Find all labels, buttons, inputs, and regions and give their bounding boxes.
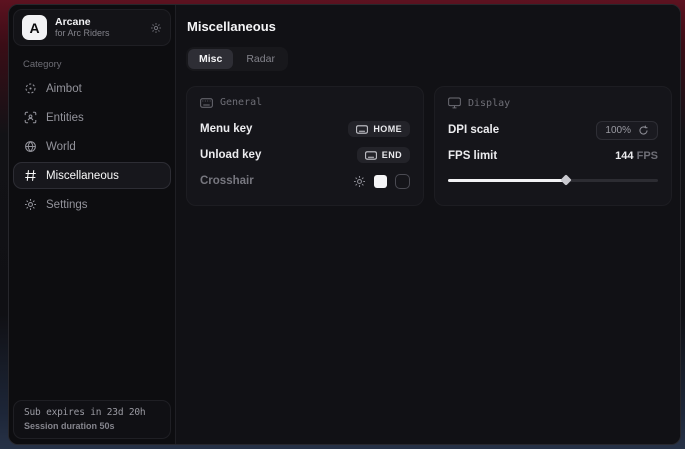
dpi-scale-value: 100% [605,125,631,136]
sidebar-item-label: Miscellaneous [46,170,119,182]
sidebar-item-aimbot[interactable]: Aimbot [13,75,171,102]
unload-key-value: END [382,150,402,160]
panel-header-label: General [220,97,262,108]
crosshair-row: Crosshair [200,169,410,193]
gear-icon [24,198,37,211]
sub-expires-text: Sub expires in 23d 20h [24,407,160,418]
unload-key-bind-button[interactable]: END [357,147,410,163]
fps-unit: FPS [637,150,658,162]
menu-key-label: Menu key [200,123,252,135]
crosshair-checkbox[interactable] [395,174,410,189]
display-panel: Display DPI scale 100% [434,86,672,206]
slider-fill [448,179,566,182]
fps-limit-label: FPS limit [448,150,497,162]
unload-key-row: Unload key END [200,143,410,167]
monitor-icon [448,97,461,109]
gear-icon[interactable] [150,22,162,34]
category-label: Category [23,59,171,70]
fps-limit-value: 144 FPS [615,150,658,162]
dpi-scale-row: DPI scale 100% [448,118,658,142]
sidebar-item-label: Settings [46,199,88,211]
sidebar-item-settings[interactable]: Settings [13,191,171,218]
tab-misc[interactable]: Misc [188,49,233,69]
crosshair-label: Crosshair [200,175,254,187]
brand-subtitle: for Arc Riders [55,28,142,38]
fps-number: 144 [615,150,633,162]
dpi-scale-label: DPI scale [448,124,499,136]
sidebar-item-label: Entities [46,112,84,124]
gear-icon[interactable] [353,175,366,188]
globe-icon [24,140,37,153]
refresh-icon[interactable] [638,125,649,136]
keyboard-icon [356,125,368,134]
dpi-scale-selector[interactable]: 100% [596,121,658,140]
sidebar-nav: Aimbot Entities [13,75,171,218]
target-icon [24,82,37,95]
panel-row: General Menu key HOME [186,86,672,206]
main-content: Miscellaneous Misc Radar General [176,5,681,444]
fps-limit-row: FPS limit 144 FPS [448,144,658,168]
tab-radar[interactable]: Radar [235,49,286,69]
tab-bar: Misc Radar [186,47,288,71]
grid-icon [24,169,37,182]
sidebar-item-label: Aimbot [46,83,82,95]
app-window: A Arcane for Arc Riders Category [8,4,681,445]
menu-key-row: Menu key HOME [200,117,410,141]
keyboard-icon [365,151,377,160]
entities-icon [24,111,37,124]
slider-thumb[interactable] [560,174,571,185]
brand-text: Arcane for Arc Riders [55,16,142,38]
menu-key-value: HOME [373,124,402,134]
general-panel-header: General [200,97,410,108]
brand-logo: A [22,15,47,40]
brand-card[interactable]: A Arcane for Arc Riders [13,9,171,46]
brand-title: Arcane [55,16,142,28]
sidebar-item-miscellaneous[interactable]: Miscellaneous [13,162,171,189]
general-panel: General Menu key HOME [186,86,424,206]
crosshair-controls [353,174,410,189]
sidebar: A Arcane for Arc Riders Category [9,5,176,444]
panel-header-label: Display [468,98,510,109]
sidebar-item-entities[interactable]: Entities [13,104,171,131]
menu-key-bind-button[interactable]: HOME [348,121,410,137]
session-duration-text: Session duration 50s [24,421,160,431]
crosshair-color-swatch[interactable] [374,175,387,188]
fps-limit-slider[interactable] [448,175,658,185]
keyboard-icon [200,98,213,108]
unload-key-label: Unload key [200,149,261,161]
page-title: Miscellaneous [187,19,672,34]
sidebar-item-label: World [46,141,76,153]
sidebar-item-world[interactable]: World [13,133,171,160]
display-panel-header: Display [448,97,658,109]
subscription-status-card: Sub expires in 23d 20h Session duration … [13,400,171,439]
